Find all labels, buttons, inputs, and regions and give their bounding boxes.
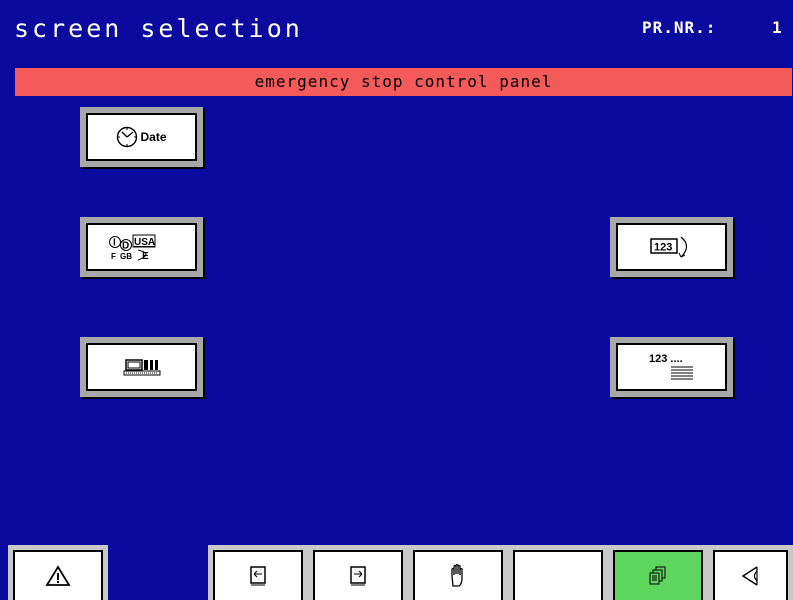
back-arrow-icon [739, 565, 763, 587]
computer-icon [122, 357, 162, 377]
language-code-gb: GB [120, 252, 132, 261]
date-label: Date [140, 130, 167, 144]
toolbar-warning-button[interactable] [8, 545, 108, 600]
counter-reset-icon: 123 [648, 233, 696, 261]
computer-settings-button[interactable] [80, 337, 203, 397]
emergency-stop-banner: emergency stop control panel [15, 68, 792, 96]
counter-button[interactable]: 123 [610, 217, 733, 277]
screen-pages-icon [647, 565, 669, 587]
clock-icon [116, 126, 138, 148]
toolbar-screen-pages-button[interactable] [608, 545, 708, 600]
machine-cycle-right-icon [348, 565, 368, 587]
language-code-usa: USA [134, 237, 155, 248]
counter-label: 123 [654, 242, 672, 254]
warning-icon [45, 565, 71, 587]
toolbar-hand-stop-button[interactable] [408, 545, 508, 600]
language-code-i: I [113, 238, 116, 249]
language-code-f: F [111, 252, 116, 261]
date-time-button[interactable]: Date [80, 107, 203, 167]
screen-title: screen selection [14, 14, 303, 43]
numbering-button[interactable]: 123 .... [610, 337, 733, 397]
language-code-d: D [122, 241, 129, 252]
numbering-list-icon: 123 .... [647, 351, 697, 383]
toolbar-cycle-right-button[interactable] [308, 545, 408, 600]
toolbar-cycle-left-button[interactable] [208, 545, 308, 600]
toolbar-back-button[interactable] [708, 545, 793, 600]
language-flags-icon: I D USA F GB E [108, 232, 176, 262]
hand-stop-icon [449, 564, 467, 588]
numbering-label: 123 .... [649, 353, 683, 365]
machine-cycle-left-icon [248, 565, 268, 587]
toolbar-empty-button[interactable] [508, 545, 608, 600]
program-number-value: 1 [772, 18, 782, 37]
program-number-label: PR.NR.: [642, 18, 717, 37]
language-selection-button[interactable]: I D USA F GB E [80, 217, 203, 277]
